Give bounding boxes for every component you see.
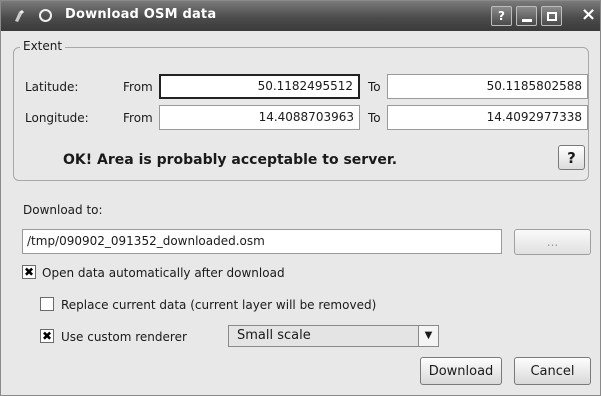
app-menu-icon[interactable]	[13, 9, 25, 23]
window-title: Download OSM data	[65, 7, 217, 22]
latitude-from-label: From	[123, 80, 153, 94]
download-path-input[interactable]: /tmp/090902_091352_downloaded.osm	[22, 229, 502, 254]
download-osm-dialog: Download OSM data ? × Extent Latitude: F…	[0, 0, 601, 396]
download-to-label: Download to:	[23, 203, 103, 217]
close-icon: ×	[581, 4, 597, 25]
minimize-icon	[521, 18, 532, 22]
extent-group-title: Extent	[20, 39, 66, 53]
chevron-down-icon[interactable]: ▼	[418, 326, 438, 346]
latitude-from-input[interactable]: 50.1182495512	[159, 74, 360, 99]
longitude-to-label: To	[368, 111, 381, 125]
title-bar[interactable]: Download OSM data ? ×	[1, 1, 600, 31]
browse-button[interactable]: ...	[514, 229, 591, 255]
help-button[interactable]: ?	[558, 145, 585, 170]
renderer-select[interactable]: Small scale ▼	[228, 325, 439, 347]
area-status-message: OK! Area is probably acceptable to serve…	[63, 152, 398, 168]
open-automatically-checkbox[interactable]: ✖	[22, 265, 36, 279]
latitude-label: Latitude:	[25, 80, 79, 94]
longitude-label: Longitude:	[25, 111, 89, 125]
renderer-select-value: Small scale	[237, 328, 311, 343]
open-automatically-label: Open data automatically after download	[42, 266, 285, 280]
latitude-to-input[interactable]: 50.1185802588	[387, 74, 588, 99]
cancel-button[interactable]: Cancel	[514, 357, 591, 385]
download-button[interactable]: Download	[420, 357, 502, 385]
replace-current-data-checkbox[interactable]	[40, 297, 54, 311]
check-icon: ✖	[41, 329, 53, 343]
help-title-button[interactable]: ?	[491, 6, 512, 26]
check-icon: ✖	[23, 265, 35, 279]
custom-renderer-label: Use custom renderer	[61, 330, 187, 344]
maximize-icon	[546, 11, 557, 21]
custom-renderer-checkbox[interactable]: ✖	[40, 329, 54, 343]
close-button[interactable]: ×	[581, 5, 596, 25]
maximize-button[interactable]	[541, 6, 562, 26]
minimize-button[interactable]	[516, 6, 537, 26]
latitude-to-label: To	[368, 80, 381, 94]
longitude-from-label: From	[123, 111, 153, 125]
replace-current-data-label: Replace current data (current layer will…	[61, 298, 377, 312]
window-menu-icon[interactable]	[39, 9, 52, 22]
longitude-to-input[interactable]: 14.4092977338	[387, 105, 588, 130]
longitude-from-input[interactable]: 14.4088703963	[159, 105, 360, 130]
